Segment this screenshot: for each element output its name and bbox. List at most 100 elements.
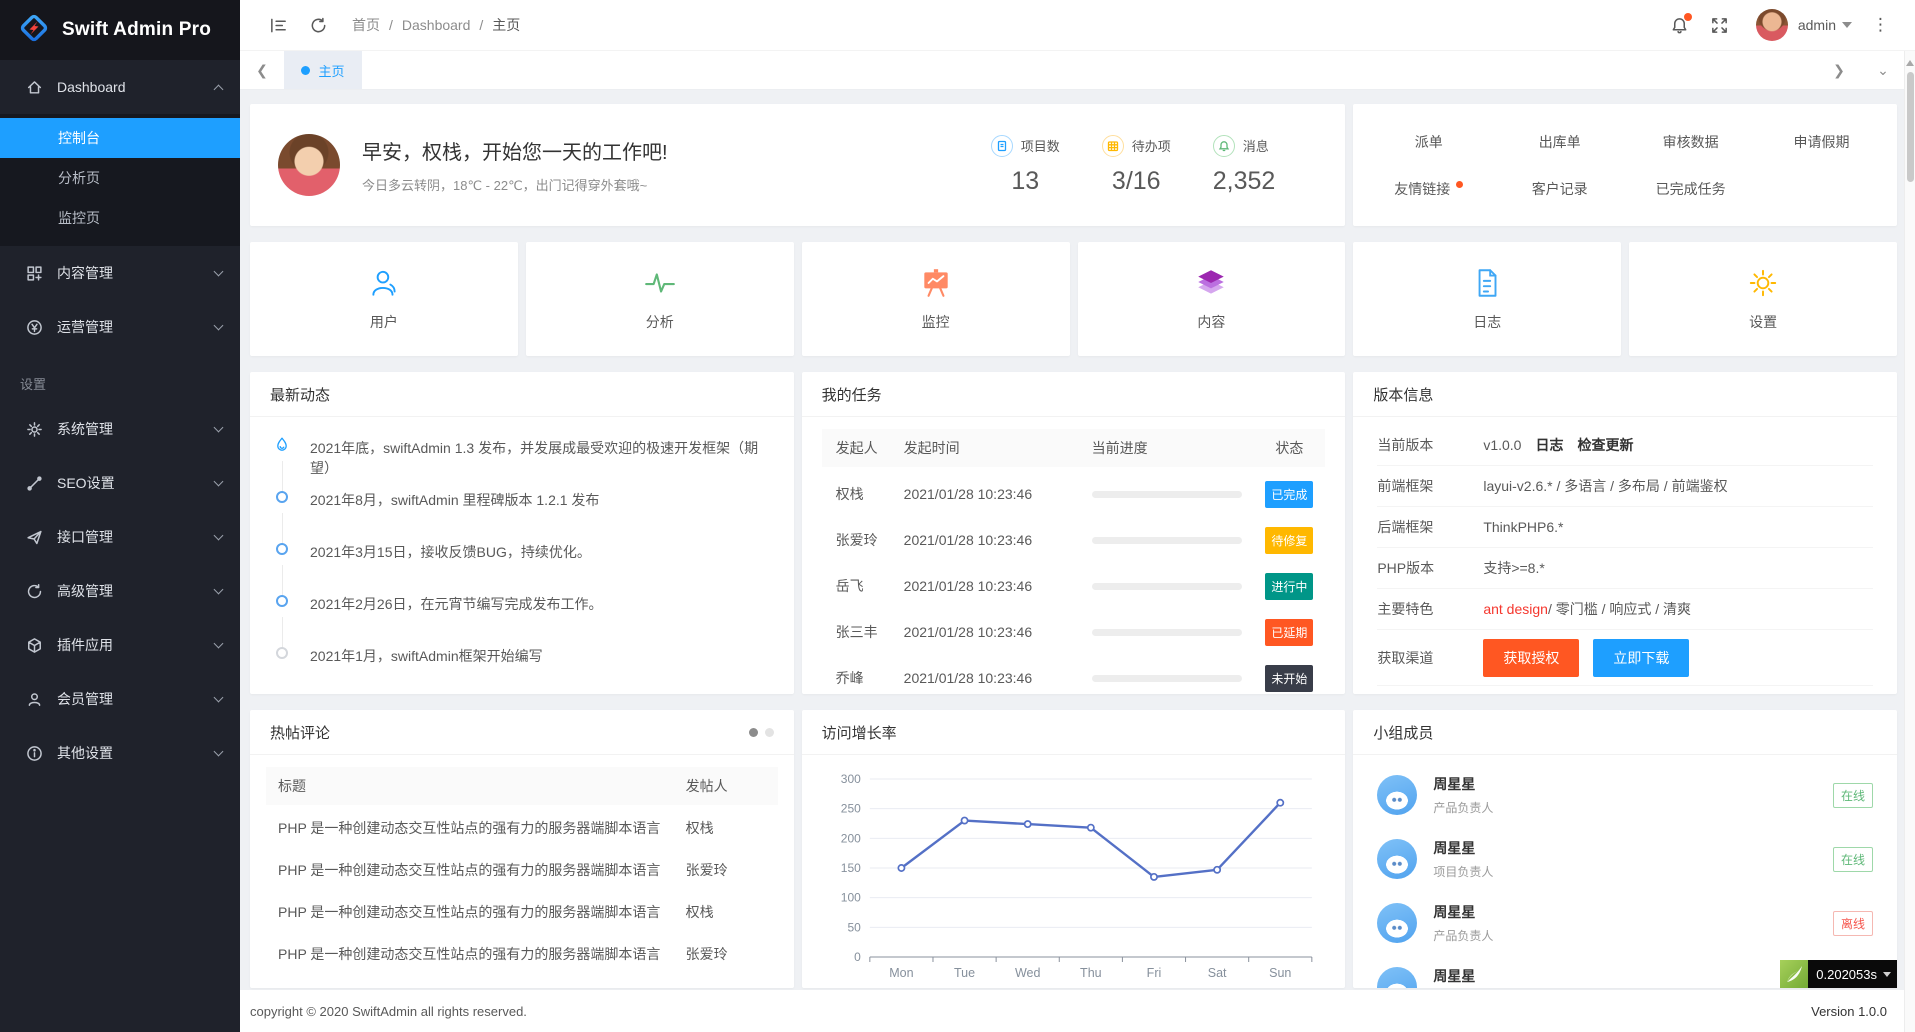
post-title[interactable]: PHP 是一种创建动态交互性站点的强有力的服务器端脚本语言 <box>266 986 686 988</box>
svg-text:200: 200 <box>840 831 860 845</box>
shortcut-logs[interactable]: 日志 <box>1353 242 1621 356</box>
breadcrumb-dashboard[interactable]: Dashboard <box>402 17 471 33</box>
caret-down-icon <box>1883 972 1891 981</box>
logo[interactable]: Swift Admin Pro <box>0 0 240 60</box>
vertical-scrollbar[interactable] <box>1904 51 1915 1032</box>
stat-todos: 待办项 3/16 <box>1102 135 1171 196</box>
sidebar-item-system-mgmt[interactable]: 系统管理 <box>0 402 240 456</box>
post-title[interactable]: PHP 是一种创建动态交互性站点的强有力的服务器端脚本语言 <box>266 902 686 922</box>
shortcut-users[interactable]: 用户 <box>250 242 518 356</box>
quick-links-card: 派单 出库单 审核数据 申请假期 友情链接 客户记录 已完成任务 <box>1353 104 1897 226</box>
tab-bar: ❮ 主页 ❯ ⌄ <box>240 51 1915 90</box>
quick-link-customer-records[interactable]: 客户记录 <box>1494 165 1625 212</box>
quick-link-completed-tasks[interactable]: 已完成任务 <box>1625 165 1756 212</box>
tabs-scroll-right-button[interactable]: ❯ <box>1817 51 1861 89</box>
circle-icon <box>276 647 288 659</box>
app-title: Swift Admin Pro <box>62 19 211 41</box>
sidebar-item-operations-mgmt[interactable]: 运营管理 <box>0 300 240 354</box>
scrollbar-up-arrow[interactable] <box>1906 56 1914 66</box>
version-label: 前端框架 <box>1377 476 1483 496</box>
user-icon <box>26 691 43 708</box>
chevron-down-icon <box>214 639 224 649</box>
subitem-label: 分析页 <box>58 168 100 188</box>
sidebar-item-other-settings[interactable]: 其他设置 <box>0 726 240 780</box>
member-avatar <box>1377 775 1417 815</box>
status-badge-cell: 待修复 <box>1253 527 1325 554</box>
shortcut-content[interactable]: 内容 <box>1078 242 1346 356</box>
sidebar-subitem-console[interactable]: 控制台 <box>0 118 240 158</box>
sidebar-subitem-monitor[interactable]: 监控页 <box>0 198 240 238</box>
refresh-button[interactable] <box>298 0 338 51</box>
sidebar-item-api-mgmt[interactable]: 接口管理 <box>0 510 240 564</box>
task-initiator: 岳飞 <box>822 576 904 596</box>
quick-link-outbound[interactable]: 出库单 <box>1494 118 1625 165</box>
check-update-link[interactable]: 检查更新 <box>1577 435 1633 455</box>
shortcut-monitor[interactable]: 监控 <box>802 242 1070 356</box>
shortcut-analysis[interactable]: 分析 <box>526 242 794 356</box>
app-window: Swift Admin Pro Dashboard 控制台 分析页 监控页 内容… <box>0 0 1915 1032</box>
timeline-text: 2021年2月26日，在元宵节编写完成发布工作。 <box>310 593 770 614</box>
carousel-dot[interactable] <box>765 728 774 737</box>
post-title[interactable]: PHP 是一种创建动态交互性站点的强有力的服务器端脚本语言 <box>266 818 686 838</box>
tab-home[interactable]: 主页 <box>284 51 362 89</box>
get-license-button[interactable]: 获取授权 <box>1483 639 1579 677</box>
breadcrumb-current: 主页 <box>492 15 520 35</box>
sidebar: Swift Admin Pro Dashboard 控制台 分析页 监控页 内容… <box>0 0 240 1032</box>
sidebar-item-label: 运营管理 <box>57 317 215 337</box>
task-time: 2021/01/28 10:23:46 <box>904 486 1092 502</box>
tasks-table-header: 发起人 发起时间 当前进度 状态 <box>822 429 1326 467</box>
shortcut-settings[interactable]: 设置 <box>1629 242 1897 356</box>
shortcut-label: 用户 <box>370 312 398 332</box>
layers-icon <box>1194 266 1228 300</box>
task-initiator: 乔峰 <box>822 668 904 688</box>
more-menu-button[interactable]: ⋮ <box>1864 15 1897 35</box>
post-title[interactable]: PHP 是一种创建动态交互性站点的强有力的服务器端脚本语言 <box>266 944 686 964</box>
tools-icon <box>26 475 43 492</box>
circle-icon <box>276 491 288 503</box>
quick-link-dispatch[interactable]: 派单 <box>1363 118 1494 165</box>
scrollbar-thumb[interactable] <box>1907 72 1914 182</box>
hot-posts-title: 热帖评论 <box>270 722 330 743</box>
collapse-sidebar-button[interactable] <box>258 0 298 51</box>
post-author: 张爱玲 <box>686 860 778 880</box>
sidebar-item-content-mgmt[interactable]: 内容管理 <box>0 246 240 300</box>
notifications-button[interactable] <box>1660 0 1700 51</box>
sidebar-subitem-analysis[interactable]: 分析页 <box>0 158 240 198</box>
sidebar-item-label: 会员管理 <box>57 689 215 709</box>
quick-link-label: 友情链接 <box>1394 179 1450 199</box>
sidebar-item-advanced-mgmt[interactable]: 高级管理 <box>0 564 240 618</box>
version-value: 支持>=8.* <box>1483 558 1544 578</box>
changelog-link[interactable]: 日志 <box>1535 435 1563 455</box>
table-row: PHP 是一种创建动态交互性站点的强有力的服务器端脚本语言 权栈 <box>266 891 778 933</box>
fullscreen-button[interactable] <box>1700 0 1740 51</box>
collapse-icon <box>269 16 288 35</box>
member-avatar <box>1377 839 1417 879</box>
tasks-card-title: 我的任务 <box>802 372 1346 417</box>
topbar-right: admin ⋮ <box>1660 0 1897 51</box>
quick-link-friend-links[interactable]: 友情链接 <box>1363 165 1494 212</box>
breadcrumb-home[interactable]: 首页 <box>352 15 380 35</box>
quick-link-leave-request[interactable]: 申请假期 <box>1756 118 1887 165</box>
tab-label: 主页 <box>318 61 344 80</box>
debug-trace-badge[interactable]: 0.202053s <box>1780 960 1897 988</box>
carousel-dot-active[interactable] <box>749 728 758 737</box>
user-menu[interactable]: admin <box>1798 17 1852 33</box>
svg-text:300: 300 <box>840 772 860 786</box>
sidebar-item-members[interactable]: 会员管理 <box>0 672 240 726</box>
download-now-button[interactable]: 立即下载 <box>1593 639 1689 677</box>
version-label: 后端框架 <box>1377 517 1483 537</box>
dashboard-content: 早安，权栈，开始您一天的工作吧! 今日多云转阴，18℃ - 22℃，出门记得穿外… <box>240 90 1915 990</box>
user-avatar[interactable] <box>1756 9 1788 41</box>
sidebar-item-seo-settings[interactable]: SEO设置 <box>0 456 240 510</box>
gear-icon <box>1746 266 1780 300</box>
member-name: 周星星 <box>1433 966 1493 986</box>
sidebar-item-label: SEO设置 <box>57 473 215 493</box>
tabs-dropdown-button[interactable]: ⌄ <box>1861 51 1905 89</box>
stat-value: 2,352 <box>1213 167 1276 196</box>
quick-link-audit-data[interactable]: 审核数据 <box>1625 118 1756 165</box>
tabs-scroll-left-button[interactable]: ❮ <box>240 51 284 89</box>
carousel-dots <box>749 728 774 737</box>
post-title[interactable]: PHP 是一种创建动态交互性站点的强有力的服务器端脚本语言 <box>266 860 686 880</box>
sidebar-item-dashboard[interactable]: Dashboard <box>0 60 240 114</box>
sidebar-item-plugins[interactable]: 插件应用 <box>0 618 240 672</box>
